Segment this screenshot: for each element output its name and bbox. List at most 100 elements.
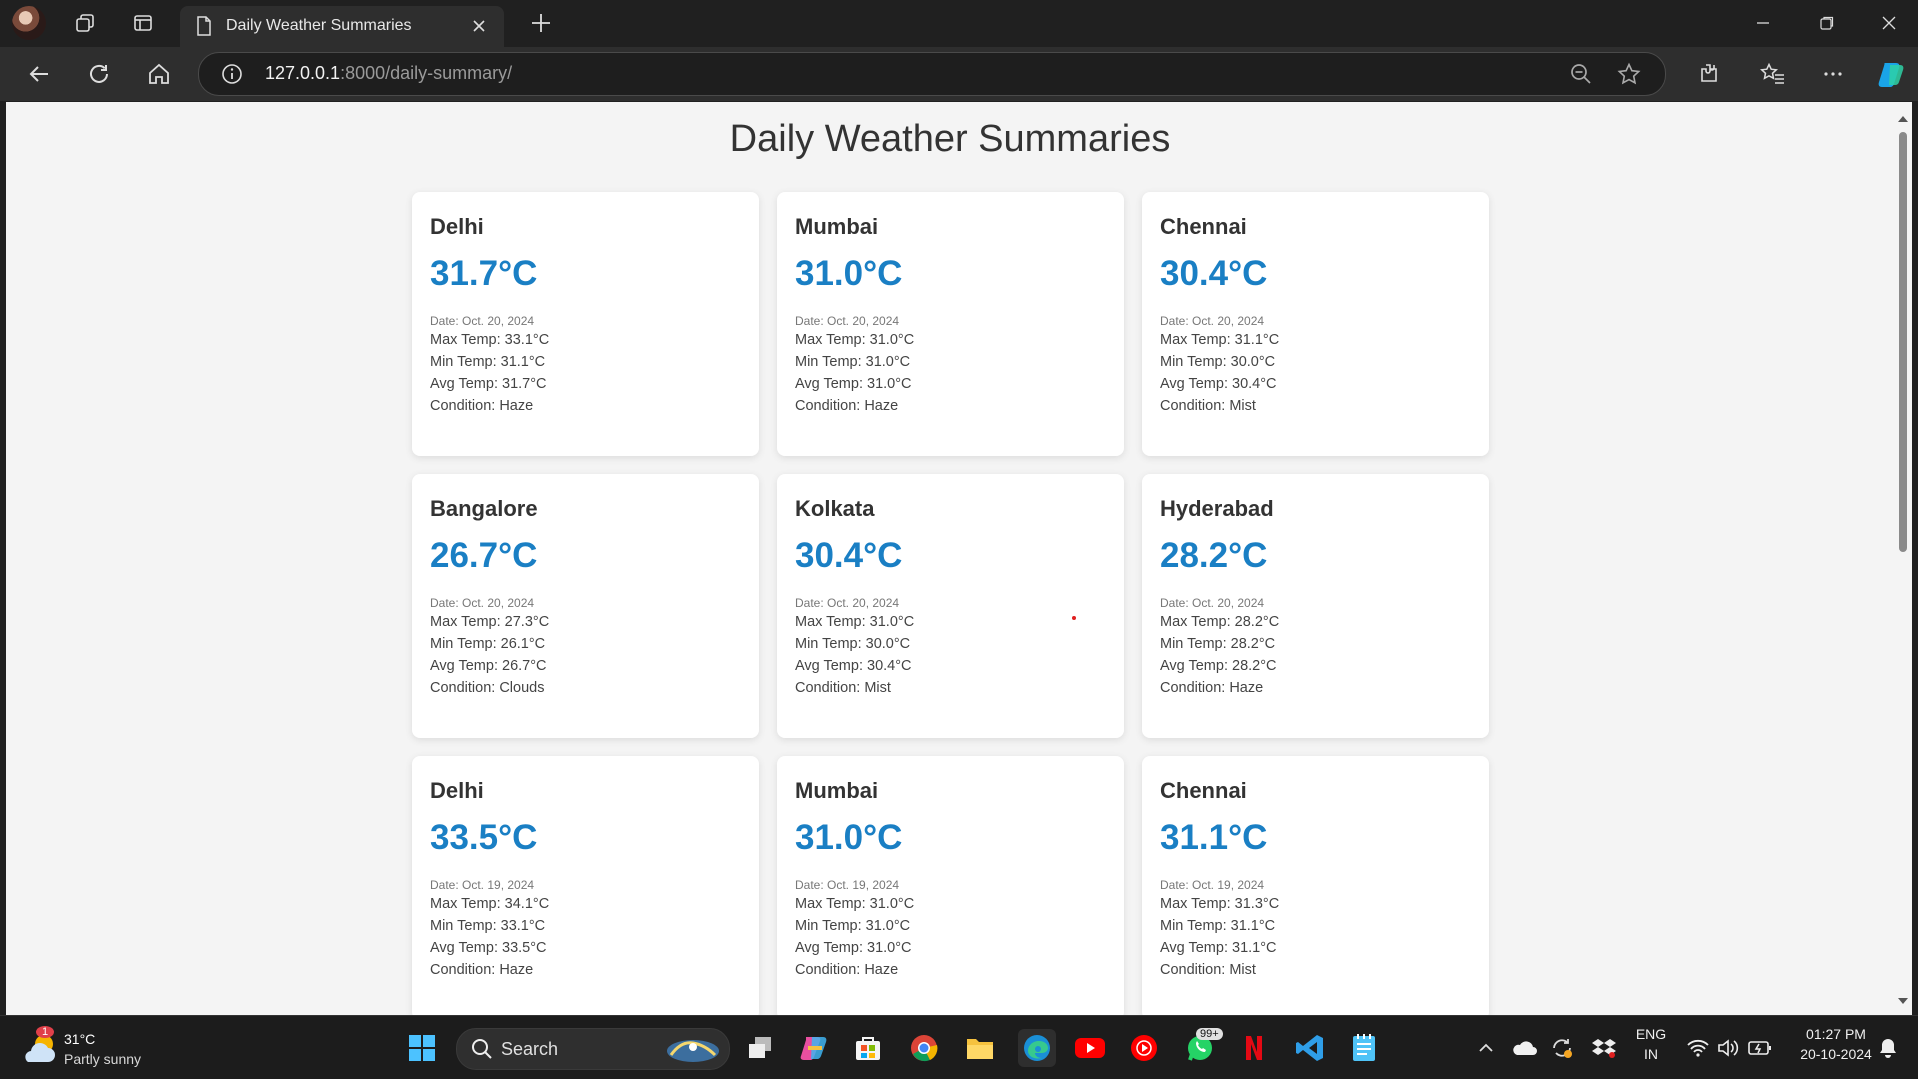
favorite-star-icon[interactable] xyxy=(1617,62,1641,91)
url-path: :8000/daily-summary/ xyxy=(340,63,513,83)
summary-grid: Delhi 31.7°C Date: Oct. 20, 2024 Max Temp: … xyxy=(412,192,1494,1015)
partly-sunny-icon xyxy=(22,1032,58,1071)
profile-avatar[interactable] xyxy=(12,6,46,40)
youtube-icon[interactable] xyxy=(1074,1032,1106,1064)
vscode-icon[interactable] xyxy=(1294,1032,1326,1064)
browser-toolbar: 127.0.0.1:8000/daily-summary/ xyxy=(0,47,1918,101)
dropbox-icon[interactable] xyxy=(1588,1032,1620,1064)
summary-date: Date: Oct. 20, 2024 xyxy=(795,596,900,610)
weather-card: Mumbai 31.0°C Date: Oct. 20, 2024 Max Temp:… xyxy=(777,192,1124,456)
scroll-up-icon[interactable] xyxy=(1897,112,1909,124)
city-name: Hyderabad xyxy=(1160,496,1274,521)
current-temp: 28.2°C xyxy=(1160,536,1268,575)
current-temp: 31.1°C xyxy=(1160,818,1268,857)
scroll-thumb[interactable] xyxy=(1899,132,1907,552)
weather-temp: 31°C xyxy=(64,1031,96,1047)
max-temp: Max Temp: 31.0°C xyxy=(795,614,915,630)
task-view-icon[interactable] xyxy=(744,1032,776,1064)
city-name: Mumbai xyxy=(795,778,879,803)
zoom-out-icon[interactable] xyxy=(1569,62,1593,91)
city-name: Delhi xyxy=(430,778,484,803)
current-temp: 31.0°C xyxy=(795,254,903,293)
max-temp: Max Temp: 31.1°C xyxy=(1160,332,1280,348)
youtube-music-icon[interactable] xyxy=(1128,1032,1160,1064)
avg-temp: Avg Temp: 30.4°C xyxy=(1160,376,1277,392)
weather-card: Kolkata 30.4°C Date: Oct. 20, 2024 Max Temp… xyxy=(777,474,1124,738)
weather-card: Bangalore 26.7°C Date: Oct. 20, 2024 Max Te… xyxy=(412,474,759,738)
active-tab[interactable]: Daily Weather Summaries xyxy=(180,6,504,47)
chrome-icon[interactable] xyxy=(908,1032,940,1064)
copilot-app-icon[interactable] xyxy=(798,1032,830,1064)
close-window-icon[interactable] xyxy=(1866,8,1912,38)
taskbar-search[interactable]: Search xyxy=(456,1028,730,1070)
weather-condition: Partly sunny xyxy=(64,1051,142,1067)
summary-date: Date: Oct. 19, 2024 xyxy=(430,878,535,892)
close-icon[interactable] xyxy=(468,15,490,37)
avg-temp: Avg Temp: 31.1°C xyxy=(1160,940,1277,956)
max-temp: Max Temp: 31.0°C xyxy=(795,896,915,912)
weather-condition: Condition: Clouds xyxy=(430,680,545,696)
weather-condition: Condition: Haze xyxy=(795,962,899,978)
onedrive-icon[interactable] xyxy=(1508,1032,1540,1064)
weather-widget[interactable]: 1 31°C Partly sunny xyxy=(22,1026,162,1071)
avg-temp: Avg Temp: 33.5°C xyxy=(430,940,547,956)
back-icon[interactable] xyxy=(22,59,56,89)
wifi-icon[interactable] xyxy=(1682,1032,1714,1064)
language-indicator[interactable]: ENG IN xyxy=(1628,1026,1674,1062)
weather-card: Chennai 30.4°C Date: Oct. 20, 2024 Max Temp… xyxy=(1142,192,1489,456)
chevron-up-icon[interactable] xyxy=(1470,1032,1502,1064)
whatsapp-badge: 99+ xyxy=(1196,1028,1223,1040)
edge-icon[interactable] xyxy=(1018,1029,1056,1067)
volume-icon[interactable] xyxy=(1712,1032,1744,1064)
minimize-icon[interactable] xyxy=(1740,8,1786,38)
notification-bell-icon[interactable] xyxy=(1872,1032,1904,1064)
stray-dot xyxy=(1072,616,1076,620)
store-icon[interactable] xyxy=(852,1032,884,1064)
sync-icon[interactable] xyxy=(1546,1032,1578,1064)
copilot-icon[interactable] xyxy=(1874,59,1908,89)
file-explorer-icon[interactable] xyxy=(964,1032,996,1064)
weather-condition: Condition: Haze xyxy=(430,962,534,978)
refresh-icon[interactable] xyxy=(82,59,116,89)
restore-icon[interactable] xyxy=(1804,8,1850,38)
tab-actions-icon[interactable] xyxy=(128,8,158,38)
notepad-icon[interactable] xyxy=(1348,1032,1380,1064)
extensions-icon[interactable] xyxy=(1692,59,1726,89)
page-viewport: Daily Weather Summaries Delhi 31.7°C Date:… xyxy=(6,102,1894,1015)
weather-condition: Condition: Haze xyxy=(1160,680,1264,696)
current-temp: 26.7°C xyxy=(430,536,538,575)
summary-date: Date: Oct. 20, 2024 xyxy=(1160,596,1265,610)
address-bar[interactable]: 127.0.0.1:8000/daily-summary/ xyxy=(198,52,1666,96)
favorites-icon[interactable] xyxy=(1756,59,1790,89)
home-icon[interactable] xyxy=(142,59,176,89)
max-temp: Max Temp: 27.3°C xyxy=(430,614,550,630)
min-temp: Min Temp: 33.1°C xyxy=(430,918,546,934)
netflix-icon[interactable] xyxy=(1238,1032,1270,1064)
current-temp: 33.5°C xyxy=(430,818,538,857)
url-text[interactable]: 127.0.0.1:8000/daily-summary/ xyxy=(265,63,512,84)
workspaces-icon[interactable] xyxy=(70,8,100,38)
avg-temp: Avg Temp: 31.0°C xyxy=(795,376,912,392)
battery-icon[interactable] xyxy=(1744,1032,1776,1064)
summary-date: Date: Oct. 20, 2024 xyxy=(1160,314,1265,328)
min-temp: Min Temp: 31.1°C xyxy=(1160,918,1276,934)
avg-temp: Avg Temp: 28.2°C xyxy=(1160,658,1277,674)
avg-temp: Avg Temp: 30.4°C xyxy=(795,658,912,674)
weather-card: Chennai 31.1°C Date: Oct. 19, 2024 Max Temp… xyxy=(1142,756,1489,1015)
current-temp: 31.7°C xyxy=(430,254,538,293)
scroll-down-icon[interactable] xyxy=(1897,994,1909,1006)
windows-start-icon[interactable] xyxy=(406,1032,438,1064)
page-scrollbar[interactable] xyxy=(1894,102,1912,1015)
max-temp: Max Temp: 31.3°C xyxy=(1160,896,1280,912)
more-icon[interactable] xyxy=(1816,59,1850,89)
new-tab-icon[interactable] xyxy=(526,8,556,38)
site-info-icon[interactable] xyxy=(221,63,243,90)
weather-condition: Condition: Mist xyxy=(1160,398,1256,414)
search-label: Search xyxy=(501,1039,559,1059)
min-temp: Min Temp: 31.0°C xyxy=(795,354,911,370)
tab-title: Daily Weather Summaries xyxy=(226,17,412,34)
city-name: Bangalore xyxy=(430,496,538,521)
language-code: ENG xyxy=(1635,1026,1667,1042)
language-region: IN xyxy=(1644,1046,1658,1062)
min-temp: Min Temp: 31.0°C xyxy=(795,918,911,934)
